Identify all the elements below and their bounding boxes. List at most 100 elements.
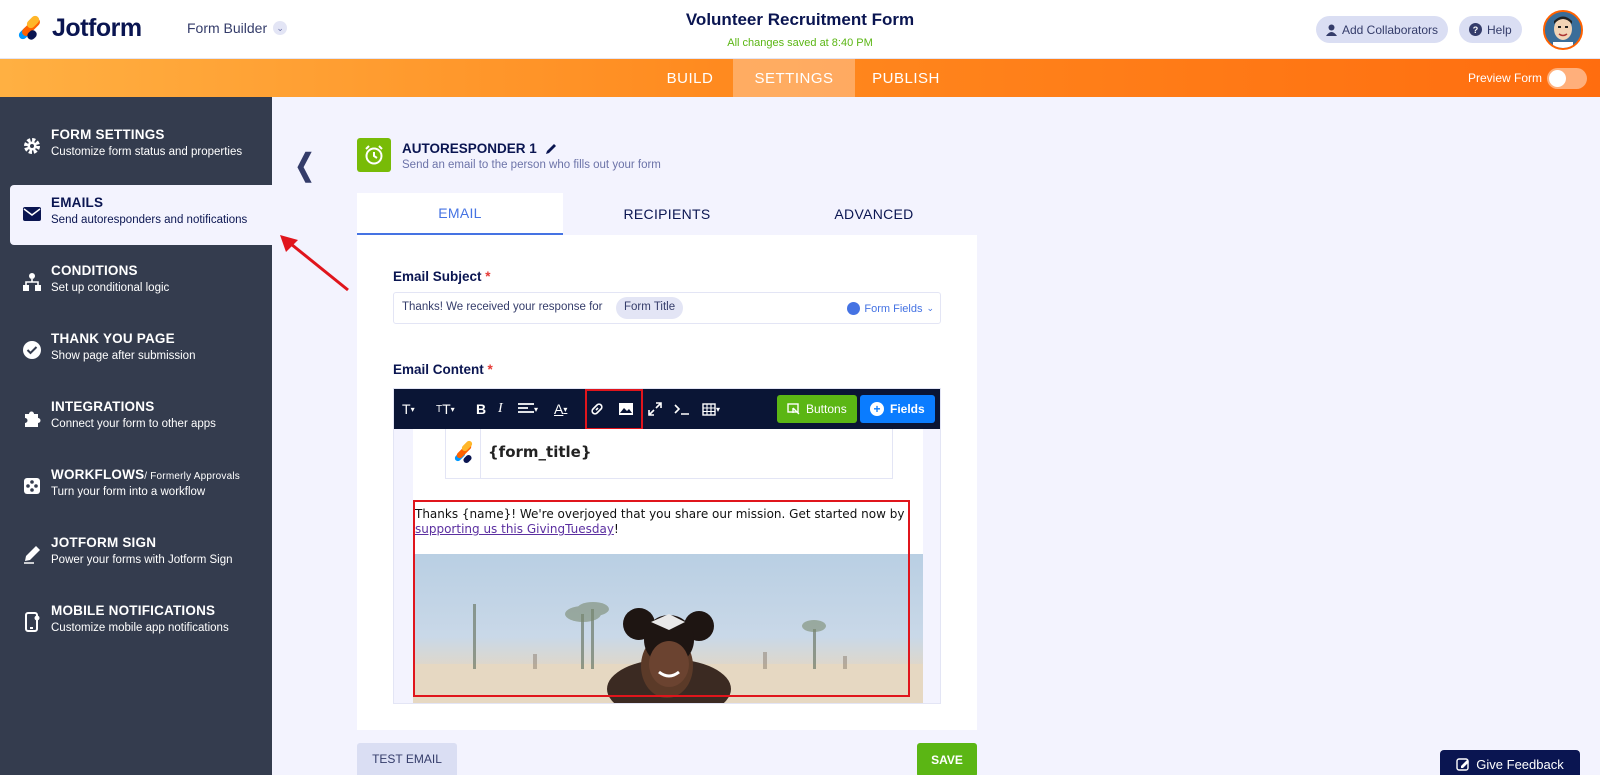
- expand-icon[interactable]: [648, 398, 662, 420]
- autoresponder-title: AUTORESPONDER 1: [402, 141, 557, 156]
- puzzle-icon: [21, 407, 43, 429]
- content-highlight: [413, 500, 910, 697]
- check-circle-icon: [21, 339, 43, 361]
- email-subject-label: Email Subject *: [393, 269, 491, 284]
- tab-advanced[interactable]: ADVANCED: [771, 193, 977, 235]
- save-button[interactable]: SAVE: [917, 743, 977, 775]
- subject-text: Thanks! We received your response for: [402, 301, 603, 313]
- add-collaborators-button[interactable]: Add Collaborators: [1316, 16, 1449, 43]
- test-email-button[interactable]: TEST EMAIL: [357, 743, 457, 775]
- email-content-editor[interactable]: T ▾ T T ▾ B I ▾ A ▾ ▾ Buttons + Fields {…: [393, 388, 941, 704]
- sidebar-item-subtitle: Power your forms with Jotform Sign: [51, 554, 233, 566]
- link-image-highlight: [585, 389, 643, 430]
- align-icon[interactable]: ▾: [518, 398, 538, 420]
- red-arrow-annotation: [280, 235, 349, 292]
- cursor-box-icon: [787, 403, 800, 415]
- sidebar-item-title: MOBILE NOTIFICATIONS: [51, 603, 216, 618]
- sidebar-item-subtitle: Show page after submission: [51, 350, 196, 362]
- help-label: Help: [1487, 22, 1512, 37]
- sidebar-item-subtitle: Set up conditional logic: [51, 282, 170, 294]
- form-fields-dropdown[interactable]: Form Fields ⌄: [847, 302, 934, 315]
- jotform-logo-icon: [452, 439, 476, 465]
- editor-toolbar: T ▾ T T ▾ B I ▾ A ▾ ▾ Buttons + Fields: [394, 389, 940, 429]
- tab-recipients[interactable]: RECIPIENTS: [564, 193, 770, 235]
- email-settings-panel: EMAIL RECIPIENTS ADVANCED Email Subject …: [357, 193, 977, 730]
- mobile-icon: [21, 611, 43, 633]
- sidebar-item-title: INTEGRATIONS: [51, 399, 155, 414]
- code-view-icon[interactable]: [674, 398, 690, 420]
- settings-sidebar: FORM SETTINGS Customize form status and …: [0, 97, 272, 775]
- sidebar-item-mobile-notifications[interactable]: MOBILE NOTIFICATIONS Customize mobile ap…: [0, 593, 272, 653]
- sidebar-item-subtitle: Turn your form into a workflow: [51, 486, 206, 498]
- email-tabs: EMAIL RECIPIENTS ADVANCED: [357, 193, 977, 235]
- fields-button[interactable]: + Fields: [860, 395, 935, 423]
- sidebar-item-subtitle: Customize mobile app notifications: [51, 622, 229, 634]
- sidebar-item-workflows[interactable]: WORKFLOWS/ Formerly Approvals Turn your …: [0, 457, 272, 517]
- sidebar-item-subtitle: Send autoresponders and notifications: [51, 214, 248, 226]
- hierarchy-icon: [21, 271, 43, 293]
- form-builder-label: Form Builder: [187, 20, 268, 36]
- sidebar-item-subtitle: Connect your form to other apps: [51, 418, 216, 430]
- tab-build[interactable]: BUILD: [647, 59, 733, 97]
- brand-name: Jotform: [52, 14, 142, 42]
- top-bar: Jotform Form Builder ⌄ Volunteer Recruit…: [0, 0, 1600, 59]
- question-icon: ?: [1469, 23, 1482, 36]
- bold-icon[interactable]: B: [476, 398, 486, 420]
- form-title-chip[interactable]: Form Title: [616, 297, 684, 319]
- form-fields-icon: [847, 302, 861, 315]
- help-button[interactable]: ? Help: [1459, 16, 1522, 43]
- form-fields-label: Form Fields: [864, 302, 923, 315]
- sidebar-item-title: CONDITIONS: [51, 263, 138, 278]
- preview-form-toggle[interactable]: [1547, 68, 1587, 89]
- main-nav: BUILD SETTINGS PUBLISH Preview Form: [0, 59, 1600, 97]
- feedback-icon: [1456, 758, 1470, 771]
- sidebar-item-form-settings[interactable]: FORM SETTINGS Customize form status and …: [0, 117, 272, 177]
- chevron-down-icon: ⌄: [273, 21, 288, 35]
- gear-icon: [21, 135, 43, 157]
- email-header-row: {form_title}: [445, 429, 893, 479]
- form-builder-dropdown[interactable]: Form Builder ⌄: [187, 20, 288, 36]
- sidebar-item-conditions[interactable]: CONDITIONS Set up conditional logic: [0, 253, 272, 313]
- font-family-icon[interactable]: T ▾: [402, 398, 415, 420]
- buttons-button[interactable]: Buttons: [777, 395, 857, 423]
- jotform-logo-icon: [16, 13, 42, 42]
- give-feedback-button[interactable]: Give Feedback: [1440, 750, 1580, 775]
- italic-icon[interactable]: I: [498, 398, 503, 420]
- preview-form-label: Preview Form: [1468, 71, 1543, 85]
- sidebar-item-title: WORKFLOWS/ Formerly Approvals: [51, 467, 240, 482]
- font-size-icon[interactable]: T T ▾: [436, 398, 455, 420]
- tab-publish[interactable]: PUBLISH: [855, 59, 957, 97]
- envelope-icon: [21, 203, 43, 225]
- sidebar-item-subtitle: Customize form status and properties: [51, 146, 243, 158]
- table-icon[interactable]: ▾: [702, 398, 720, 420]
- sidebar-item-title: FORM SETTINGS: [51, 127, 165, 142]
- give-feedback-label: Give Feedback: [1476, 756, 1564, 772]
- sidebar-item-title: JOTFORM SIGN: [51, 535, 157, 550]
- tab-settings[interactable]: SETTINGS: [733, 59, 855, 97]
- workflow-icon: [21, 475, 43, 497]
- autoresponder-name: AUTORESPONDER 1: [402, 141, 537, 156]
- alarm-clock-icon: [357, 138, 391, 172]
- buttons-label: Buttons: [806, 402, 847, 416]
- tab-email[interactable]: EMAIL: [357, 193, 563, 235]
- fields-label: Fields: [890, 402, 925, 416]
- sidebar-item-title: EMAILS: [51, 195, 104, 210]
- jotform-logo[interactable]: Jotform: [16, 13, 142, 43]
- email-content-label: Email Content *: [393, 362, 493, 377]
- text-color-icon[interactable]: A ▾: [554, 398, 567, 420]
- email-subject-input[interactable]: Thanks! We received your response for Fo…: [393, 292, 941, 324]
- sidebar-item-title: THANK YOU PAGE: [51, 331, 175, 346]
- pencil-icon[interactable]: [545, 143, 557, 155]
- user-avatar[interactable]: [1543, 10, 1583, 50]
- add-collaborators-label: Add Collaborators: [1342, 22, 1439, 37]
- sidebar-item-integrations[interactable]: INTEGRATIONS Connect your form to other …: [0, 389, 272, 449]
- form-title-variable: {form_title}: [488, 443, 592, 461]
- pen-icon: [21, 543, 43, 565]
- sidebar-item-jotform-sign[interactable]: JOTFORM SIGN Power your forms with Jotfo…: [0, 525, 272, 585]
- back-chevron-icon[interactable]: ❮: [295, 148, 315, 183]
- user-icon: [1326, 24, 1337, 36]
- chevron-down-icon: ⌄: [926, 303, 934, 313]
- sidebar-item-emails[interactable]: EMAILS Send autoresponders and notificat…: [10, 185, 272, 245]
- sidebar-item-thank-you-page[interactable]: THANK YOU PAGE Show page after submissio…: [0, 321, 272, 381]
- autoresponder-subtitle: Send an email to the person who fills ou…: [402, 159, 661, 171]
